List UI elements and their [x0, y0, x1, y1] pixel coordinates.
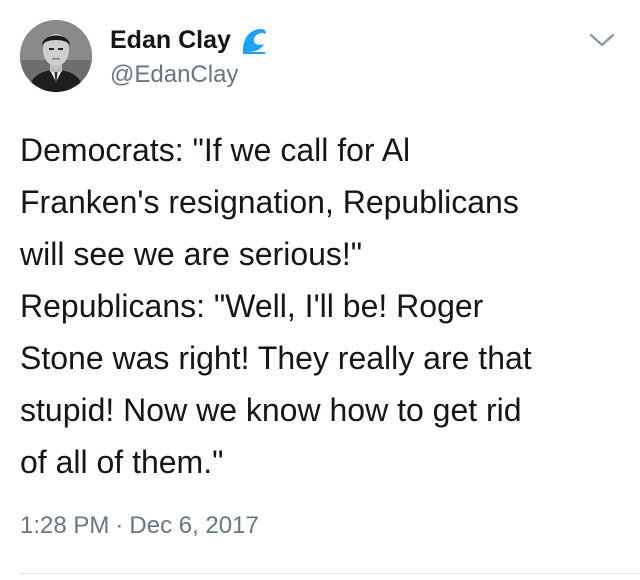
tweet-line: will see we are serious!" [20, 236, 363, 272]
display-name[interactable]: Edan Clay [110, 24, 231, 56]
tweet-line: Republicans: "Well, I'll be! Roger [20, 288, 484, 324]
separator-dot: · [115, 512, 124, 539]
avatar[interactable] [20, 20, 92, 92]
wave-icon [239, 25, 269, 55]
divider [20, 573, 640, 574]
tweet-text: Democrats: "If we call for Al Franken's … [20, 124, 620, 488]
more-options-button[interactable] [584, 26, 620, 54]
tweet-line: Franken's resignation, Republicans [20, 184, 519, 220]
name-row: Edan Clay [110, 24, 269, 56]
tweet-timestamp[interactable]: 1:28 PM · Dec 6, 2017 [20, 511, 259, 541]
tweet-line: Stone was right! They really are that [20, 340, 532, 376]
user-handle[interactable]: @EdanClay [110, 60, 238, 90]
tweet-line: of all of them." [20, 444, 224, 480]
tweet-line: Democrats: "If we call for Al [20, 132, 411, 168]
tweet-time: 1:28 PM [20, 512, 110, 539]
tweet-date: Dec 6, 2017 [129, 512, 259, 539]
chevron-down-icon [589, 33, 615, 47]
tweet-line: stupid! Now we know how to get rid [20, 392, 522, 428]
tweet-card: Edan Clay @EdanClay Democrats: "If we ca… [0, 0, 640, 580]
